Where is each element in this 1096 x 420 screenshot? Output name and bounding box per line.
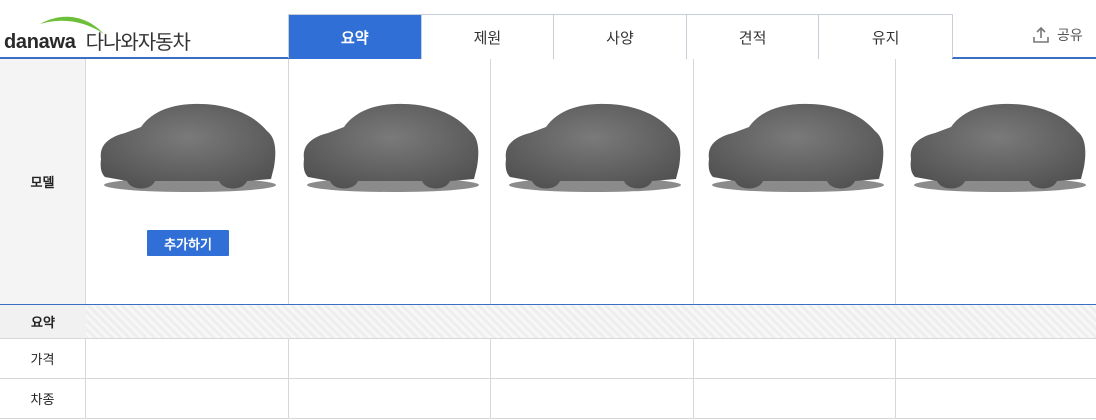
car-silhouette-icon (100, 103, 276, 192)
car-silhouette-icon (910, 103, 1086, 192)
table-cell (86, 339, 289, 378)
share-button[interactable]: 공유 (1031, 25, 1083, 45)
add-model-button[interactable]: 추가하기 (147, 230, 229, 256)
table-cell (694, 339, 896, 378)
tab-maintenance[interactable]: 유지 (819, 15, 952, 59)
logo-swoosh-icon (40, 16, 104, 34)
tab-options[interactable]: 사양 (554, 15, 687, 59)
share-label: 공유 (1057, 28, 1083, 44)
model-slot-5[interactable] (896, 59, 1096, 304)
table-row: 가격 (0, 339, 1096, 379)
model-slot-2[interactable] (289, 59, 491, 304)
model-slot-3[interactable] (491, 59, 694, 304)
compare-table: 모델 추가하기 요약 가격 차종 (0, 59, 1096, 419)
row-label-model: 모델 (0, 59, 86, 304)
car-silhouette-icon (303, 103, 479, 192)
danawa-logo[interactable]: danawa 다나와자동차 (4, 16, 191, 52)
tab-quote[interactable]: 견적 (686, 15, 820, 59)
tab-summary[interactable]: 요약 (289, 15, 422, 59)
table-cell (491, 339, 694, 378)
table-cell (896, 339, 1096, 378)
section-summary-row: 요약 (0, 305, 1096, 339)
model-slot-1[interactable]: 추가하기 (86, 59, 289, 304)
table-row: 차종 (0, 379, 1096, 419)
model-row: 모델 추가하기 (0, 59, 1096, 305)
section-summary-label: 요약 (0, 305, 86, 338)
car-silhouette-icon (708, 103, 884, 192)
row-label-price: 가격 (0, 339, 86, 378)
table-cell (896, 379, 1096, 418)
model-slot-4[interactable] (694, 59, 896, 304)
table-cell (694, 379, 896, 418)
upload-share-icon (1033, 26, 1049, 43)
compare-tabs: 요약 제원 사양 견적 유지 (288, 14, 953, 59)
table-cell (289, 339, 491, 378)
row-label-car-type: 차종 (0, 379, 86, 418)
top-header: danawa 다나와자동차 요약 제원 사양 견적 유지 공유 (0, 0, 1096, 59)
table-cell (86, 379, 289, 418)
table-cell (491, 379, 694, 418)
tab-specs[interactable]: 제원 (421, 15, 555, 59)
car-silhouette-icon (505, 103, 681, 192)
table-cell (289, 379, 491, 418)
